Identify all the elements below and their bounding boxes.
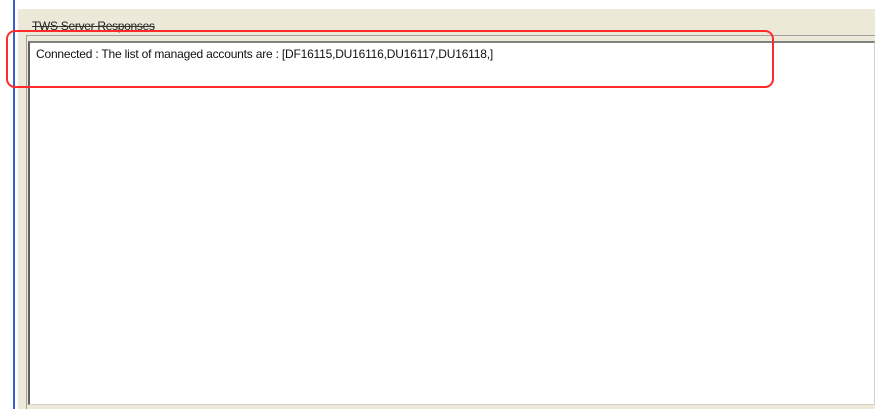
panel-title: TWS Server Responses xyxy=(32,19,155,33)
left-accent-line xyxy=(13,0,15,409)
page: TWS Server Responses Connected : The lis… xyxy=(0,0,875,409)
server-responses-listbox[interactable]: Connected : The list of managed accounts… xyxy=(28,41,875,405)
list-item[interactable]: Connected : The list of managed accounts… xyxy=(36,47,493,61)
